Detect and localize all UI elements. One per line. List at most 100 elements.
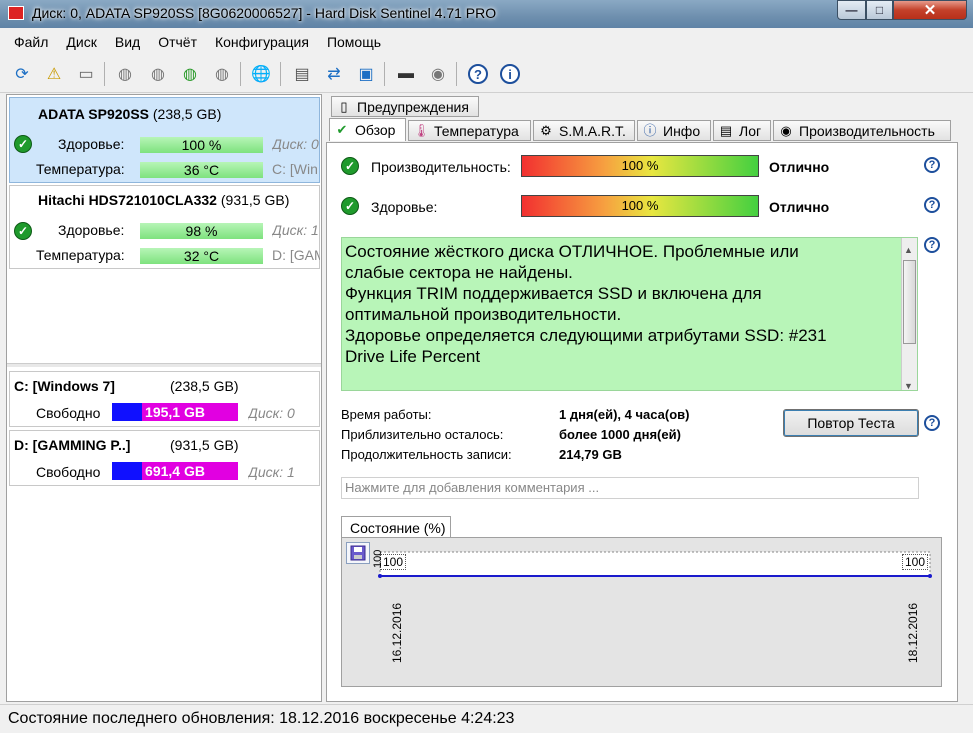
message-scrollbar[interactable]: ▲ ▼ <box>901 238 917 391</box>
retest-button[interactable]: Повтор Теста <box>783 409 919 437</box>
message-line: слабые сектора не найдены. <box>345 263 573 282</box>
sound-icon[interactable]: ◉ <box>426 62 450 86</box>
monitor-icon[interactable]: ▬ <box>394 62 418 86</box>
help-icon[interactable]: ? <box>924 237 940 253</box>
toolbar-separator <box>456 62 457 86</box>
tab-health-history[interactable]: Состояние (%) <box>341 516 451 538</box>
globe-icon[interactable]: 🌐 <box>249 62 273 86</box>
free-space-bar: 691,4 GB <box>112 462 238 480</box>
temperature-bar: 32 °C <box>140 248 263 264</box>
help-icon[interactable]: ? <box>924 157 940 173</box>
free-space-bar: 195,1 GB <box>112 403 238 421</box>
performance-status: Отлично <box>769 159 830 175</box>
disk-index: Диск: 0 <box>272 136 319 152</box>
x-tick-left: 16.12.2016 <box>390 602 404 663</box>
refresh-icon[interactable]: ⟳ <box>10 62 34 86</box>
disk-name: Hitachi HDS721010CLA332 <box>38 192 217 208</box>
health-bar: 100 % <box>521 195 759 217</box>
free-label: Свободно <box>36 464 101 480</box>
message-line: Здоровье определяется следующими атрибут… <box>345 326 827 345</box>
help-icon[interactable]: ? <box>466 62 490 86</box>
document-icon: ▯ <box>340 98 348 114</box>
pane-splitter[interactable] <box>7 363 321 367</box>
maximize-button[interactable]: □ <box>866 0 893 20</box>
disk-name: ADATA SP920SS <box>38 106 149 122</box>
menu-configuration[interactable]: Конфигурация <box>206 34 318 50</box>
report-icon[interactable]: ▤ <box>290 62 314 86</box>
menu-disk[interactable]: Диск <box>57 34 105 50</box>
health-status: Отлично <box>769 199 830 215</box>
close-button[interactable]: ✕ <box>893 0 967 20</box>
history-plot <box>378 551 932 578</box>
menu-bar: Файл Диск Вид Отчёт Конфигурация Помощь <box>0 28 973 56</box>
disk-entry-1[interactable]: Hitachi HDS721010CLA332 (931,5 GB) ✓ Здо… <box>9 185 320 269</box>
volume-disk: Диск: 0 <box>248 405 295 421</box>
send-report-icon[interactable]: ⇄ <box>322 62 346 86</box>
scroll-thumb[interactable] <box>903 260 916 344</box>
volume-name: C: [Windows 7] <box>14 378 115 394</box>
menu-report[interactable]: Отчёт <box>149 34 206 50</box>
disk-list-pane: ADATA SP920SS (238,5 GB) ✓ Здоровье: 100… <box>6 94 322 702</box>
health-label: Здоровье: <box>58 222 125 238</box>
writes-value: 214,79 GB <box>559 447 622 462</box>
alert-icon[interactable]: ⚠ <box>42 62 66 86</box>
status-message: Состояние жёсткого диска ОТЛИЧНОЕ. Пробл… <box>341 237 918 391</box>
help-icon[interactable]: ? <box>924 197 940 213</box>
disk-tools-icon[interactable]: ◍ <box>210 62 234 86</box>
comment-field[interactable]: Нажмите для добавления комментария ... <box>341 477 919 499</box>
check-icon: ✓ <box>14 135 32 153</box>
tab-performance[interactable]: ◉ Производительность <box>773 120 951 141</box>
tab-info[interactable]: ⓘ Инфо <box>637 120 711 141</box>
temperature-label: Температура: <box>36 247 125 263</box>
smart-icon: ⚙ <box>540 122 552 138</box>
details-pane: ▯ Предупреждения ✔ Обзор 🌡 Температура ⚙ S.M… <box>326 94 973 702</box>
disk-test-icon[interactable]: ◍ <box>113 62 137 86</box>
volume-name: D: [GAMMING P..] <box>14 437 131 453</box>
surface-test-icon[interactable]: ◍ <box>146 62 170 86</box>
tab-label: Предупреждения <box>357 98 469 115</box>
menu-view[interactable]: Вид <box>106 34 149 50</box>
y-axis-label: 100 <box>372 549 384 568</box>
menu-help[interactable]: Помощь <box>318 34 390 50</box>
log-icon: ▤ <box>719 122 733 138</box>
data-label-right: 100 <box>902 554 929 570</box>
tab-label: Производительность <box>799 122 935 139</box>
message-line: Drive Life Percent <box>345 347 481 366</box>
network-icon[interactable]: ▣ <box>354 62 378 86</box>
health-bar: 100 % <box>140 137 263 153</box>
tab-smart[interactable]: ⚙ S.M.A.R.T. <box>533 120 635 141</box>
tab-log[interactable]: ▤ Лог <box>713 120 771 141</box>
overview-panel: ✓ Производительность: 100 % Отлично ? ✓ … <box>326 142 958 702</box>
tab-temperature[interactable]: 🌡 Температура <box>408 120 531 141</box>
temperature-bar: 36 °C <box>140 162 263 178</box>
disk-entry-0[interactable]: ADATA SP920SS (238,5 GB) ✓ Здоровье: 100… <box>9 97 320 183</box>
tab-label: Лог <box>739 122 762 139</box>
minimize-button[interactable]: — <box>837 0 866 20</box>
tab-label: Обзор <box>355 122 396 138</box>
scroll-down-icon[interactable]: ▼ <box>904 376 913 397</box>
plot-area <box>379 551 931 577</box>
tab-overview[interactable]: ✔ Обзор <box>329 118 406 141</box>
title-bar: Диск: 0, ADATA SP920SS [8G0620006527] - … <box>0 0 973 28</box>
x-tick-right: 18.12.2016 <box>906 602 920 663</box>
volume-entry-c[interactable]: C: [Windows 7] (238,5 GB) Свободно 195,1… <box>9 371 320 427</box>
uptime-value: 1 дня(ей), 4 часа(ов) <box>559 407 690 422</box>
tab-warnings[interactable]: ▯ Предупреждения <box>331 96 479 117</box>
menu-file[interactable]: Файл <box>0 34 57 50</box>
drive-icon[interactable]: ▭ <box>74 62 98 86</box>
help-icon[interactable]: ? <box>924 415 940 431</box>
data-point <box>378 574 382 578</box>
disk-size: (238,5 GB) <box>152 106 222 122</box>
health-bar: 98 % <box>140 223 263 239</box>
scroll-up-icon[interactable]: ▲ <box>904 240 913 261</box>
free-label: Свободно <box>36 405 101 421</box>
check-icon: ✓ <box>14 222 32 240</box>
volume-entry-d[interactable]: D: [GAMMING P..] (931,5 GB) Свободно 691… <box>9 430 320 486</box>
toolbar-separator <box>280 62 281 86</box>
remaining-label: Приблизительно осталось: <box>341 427 504 442</box>
partition-label: D: [GAM <box>272 247 320 263</box>
temperature-label: Температура: <box>36 161 125 177</box>
info-icon[interactable]: i <box>498 62 522 86</box>
app-icon[interactable] <box>8 6 24 20</box>
disk-ok-icon[interactable]: ◍ <box>178 62 202 86</box>
